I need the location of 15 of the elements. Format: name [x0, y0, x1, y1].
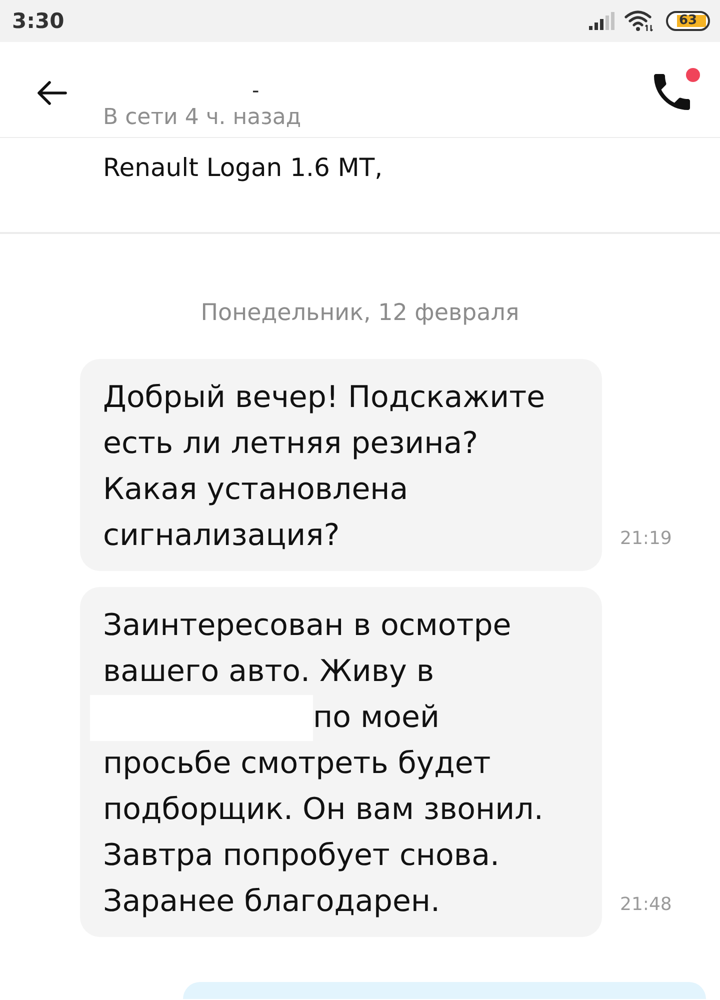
message-text: по моей: [313, 700, 440, 735]
signal-icon: [589, 12, 616, 30]
date-separator: Понедельник, 12 февраля: [200, 299, 520, 328]
call-button[interactable]: [654, 73, 690, 111]
message-time: 21:19: [620, 527, 672, 551]
battery-indicator: 63: [666, 11, 710, 31]
back-button[interactable]: [37, 80, 67, 106]
wifi-icon: [624, 10, 654, 32]
online-status: В сети 4 ч. назад: [103, 104, 302, 132]
status-time: 3:30: [12, 10, 64, 32]
message-time: 21:48: [620, 893, 672, 917]
contact-name: -: [252, 79, 260, 101]
message-text: Добрый вечер! Подскажите есть ли летняя резина? Какая установлена сигнализация?: [103, 380, 546, 553]
message-text: просьбе смотреть будет подборщик. Он вам звонил. Завтра попробует снова. Заранее благодарен.: [103, 746, 544, 919]
listing-title: Renault Logan 1.6 MT,: [103, 152, 383, 184]
